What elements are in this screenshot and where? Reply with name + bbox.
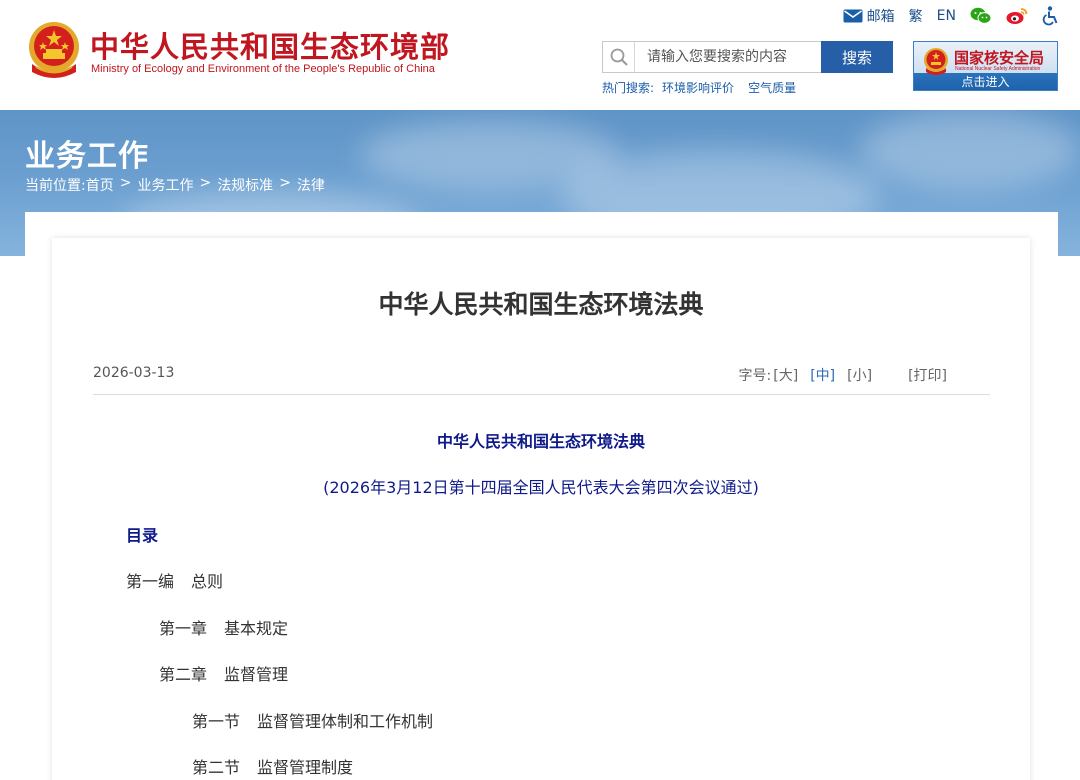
hot-search-link[interactable]: 空气质量 — [748, 79, 796, 96]
article-card: 中华人民共和国生态环境法典 2026-03-13 字号: [大] [中] [小]… — [52, 238, 1030, 780]
mail-label: 邮箱 — [866, 9, 895, 25]
top-links: 邮箱 繁 EN — [843, 6, 1060, 26]
section-title: 业务工作 — [25, 139, 149, 174]
print-button[interactable]: [打印] — [908, 365, 947, 385]
breadcrumb: 当前位置: 首页 > 业务工作 > 法规标准 > 法律 — [25, 175, 325, 195]
hot-search-link[interactable]: 环境影响评价 — [662, 79, 734, 96]
document-heading: 中华人民共和国生态环境法典 — [436, 432, 645, 451]
toc-item-text: 监督管理体制和工作机制 — [257, 712, 434, 731]
search-box — [602, 41, 821, 73]
breadcrumb-law[interactable]: 法律 — [297, 175, 325, 195]
toc-item: 第二节 监督管理制度 — [192, 754, 353, 778]
toc-item: 第二章 监督管理 — [159, 661, 288, 685]
site-header: 中华人民共和国生态环境部 Ministry of Ecology and Env… — [0, 0, 1080, 110]
breadcrumb-regulations[interactable]: 法规标准 — [217, 175, 273, 195]
nnsa-title: 国家核安全局 — [954, 49, 1045, 67]
font-size-label: 字号: — [738, 368, 772, 384]
nnsa-enter-label: 点击进入 — [961, 75, 1010, 89]
document-subheading: (2026年3月12日第十四届全国人民代表大会第四次会议通过) — [323, 478, 759, 497]
toc-item: 第一编 总则 — [126, 568, 223, 592]
breadcrumb-home[interactable]: 首页 — [86, 175, 114, 195]
nnsa-banner[interactable]: 国家核安全局 National Nuclear Safety Administr… — [913, 41, 1058, 91]
toc-item: 第一节 监督管理体制和工作机制 — [192, 708, 433, 732]
weibo-link[interactable] — [1006, 7, 1028, 25]
wechat-icon — [970, 7, 992, 24]
toc-item-number: 第二章 — [159, 665, 208, 684]
toc-item-number: 第一编 — [126, 572, 175, 591]
breadcrumb-separator: > — [279, 175, 291, 191]
toc-item-text: 基本规定 — [224, 619, 289, 638]
font-size-small[interactable]: [小] — [847, 365, 872, 385]
hot-search-label: 热门搜索: — [602, 81, 655, 95]
cloud-decoration — [860, 110, 1080, 190]
national-emblem-icon[interactable] — [26, 20, 82, 82]
search-button[interactable]: 搜索 — [821, 41, 893, 73]
site-subtitle: Ministry of Ecology and Environment of t… — [91, 63, 435, 75]
search-input[interactable] — [635, 42, 817, 72]
toc-item-number: 第一节 — [192, 712, 241, 731]
article-meta: 2026-03-13 字号: [大] [中] [小] [打印] — [93, 363, 990, 395]
toc-label: 目录 — [126, 526, 159, 545]
hot-search: 热门搜索: 环境影响评价 空气质量 — [602, 79, 796, 96]
toc-item-number: 第二节 — [192, 758, 241, 777]
breadcrumb-label: 当前位置: — [25, 178, 86, 194]
toc-item-text: 监督管理制度 — [257, 758, 354, 777]
font-size-tools: 字号: [大] [中] [小] [打印] — [739, 365, 947, 385]
weibo-icon — [1006, 8, 1028, 24]
site-title[interactable]: 中华人民共和国生态环境部 — [90, 24, 450, 66]
article-title: 中华人民共和国生态环境法典 — [378, 290, 704, 319]
accessibility-link[interactable] — [1042, 6, 1060, 26]
wechat-link[interactable] — [970, 7, 992, 25]
font-size-large[interactable]: [大] — [773, 365, 798, 385]
toc-item: 第一章 基本规定 — [159, 615, 288, 639]
nnsa-subtitle: National Nuclear Safety Administration — [955, 66, 1041, 72]
font-size-medium[interactable]: [中] — [810, 365, 835, 385]
breadcrumb-separator: > — [119, 175, 132, 191]
accessibility-icon — [1042, 6, 1058, 26]
search-icon — [603, 42, 635, 72]
breadcrumb-business-work[interactable]: 业务工作 — [137, 175, 193, 195]
english-link[interactable]: EN — [937, 8, 956, 24]
toc-item-text: 监督管理 — [224, 665, 289, 684]
toc-item-text: 总则 — [191, 572, 224, 591]
publish-date: 2026-03-13 — [93, 365, 175, 381]
toc-item-number: 第一章 — [159, 619, 208, 638]
mail-link[interactable]: 邮箱 — [843, 6, 895, 26]
breadcrumb-separator: > — [199, 175, 212, 191]
traditional-chinese-link[interactable]: 繁 — [909, 6, 923, 26]
mail-icon — [843, 9, 863, 23]
